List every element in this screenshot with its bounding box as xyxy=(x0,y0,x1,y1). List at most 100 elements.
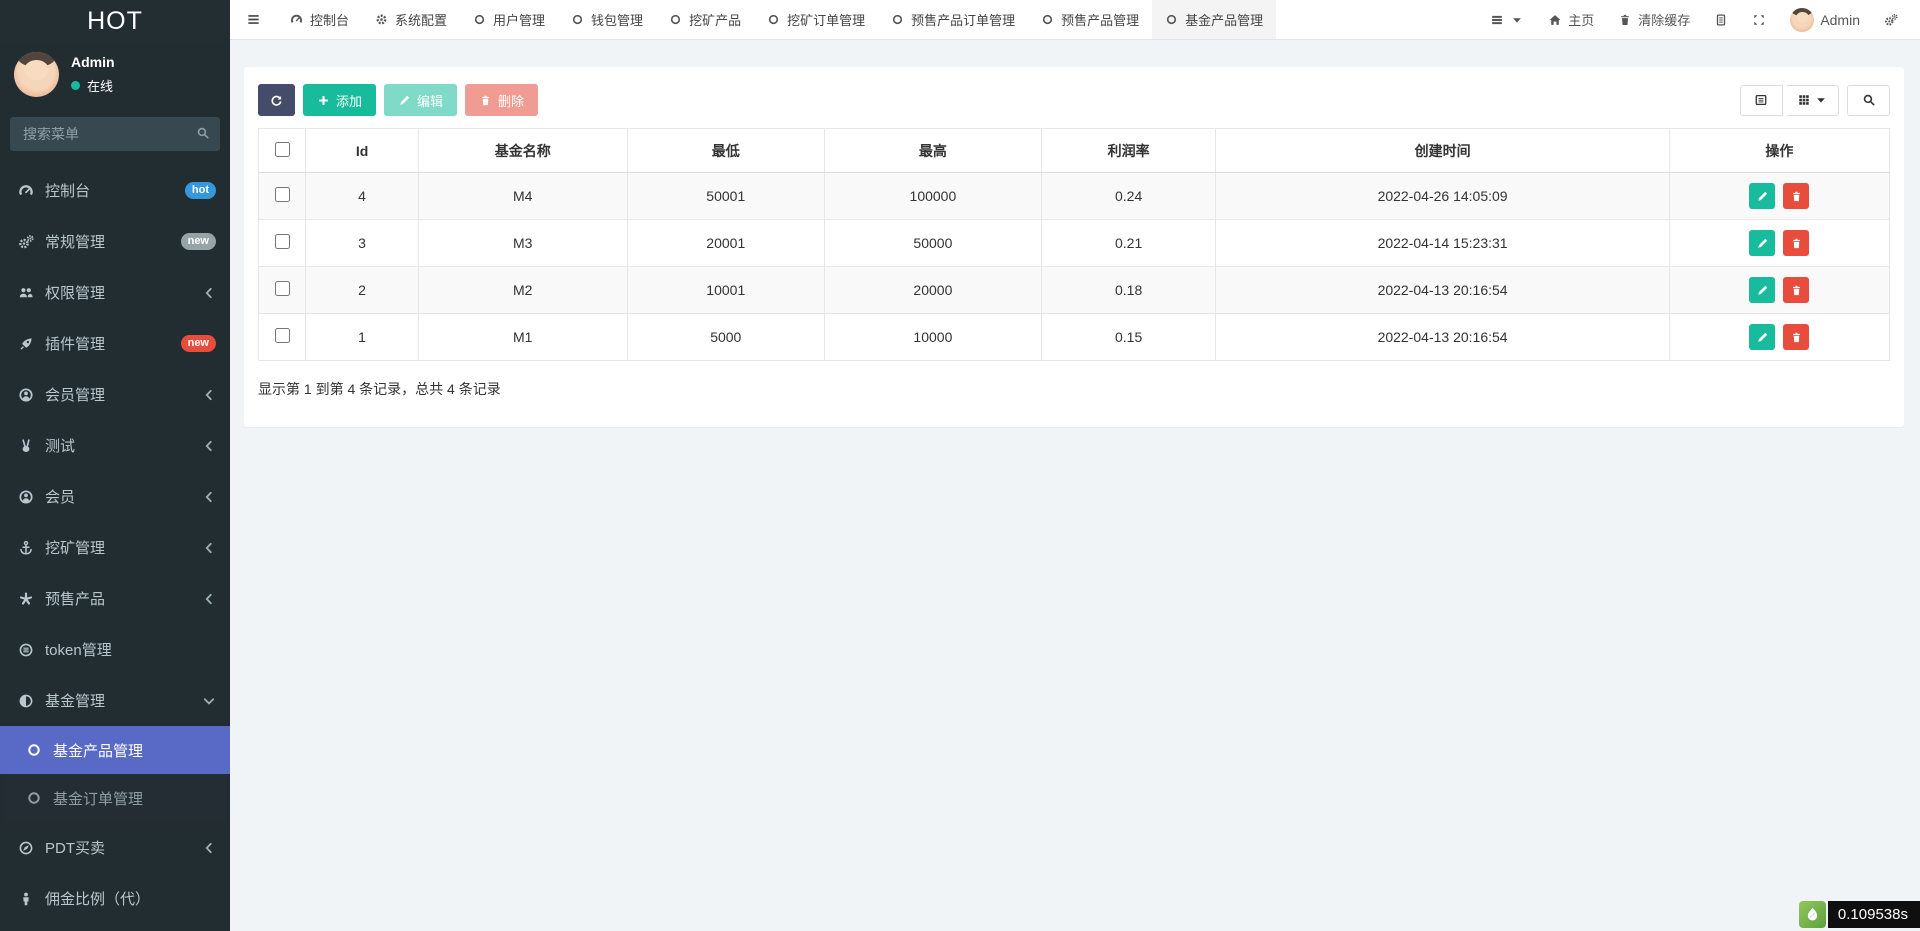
sidebar-item-dashboard[interactable]: 控制台 hot xyxy=(0,165,230,216)
clear-cache-button[interactable]: 清除缓存 xyxy=(1606,0,1702,39)
refresh-button[interactable] xyxy=(258,84,295,116)
hand-peace-icon xyxy=(18,438,34,454)
row-delete-button[interactable] xyxy=(1783,277,1809,303)
debug-trace-badge: 0.109538s xyxy=(1799,901,1920,928)
table-panel: 添加 编辑 删除 xyxy=(244,67,1904,427)
sidebar-item-pdt[interactable]: PDT买卖 xyxy=(0,822,230,873)
new-badge: new xyxy=(181,233,216,250)
adjust-icon xyxy=(18,693,34,709)
chevron-left-icon xyxy=(201,840,217,856)
detail-view-button[interactable] xyxy=(1740,85,1783,116)
fund-product-table: Id 基金名称 最低 最高 利润率 创建时间 操作 4 M4 50001 100… xyxy=(258,128,1890,361)
row-checkbox[interactable] xyxy=(275,281,290,296)
col-id: Id xyxy=(306,129,419,173)
new-badge: new xyxy=(181,335,216,352)
columns-dropdown-button[interactable] xyxy=(1787,85,1839,116)
tab-fund-product[interactable]: 基金产品管理 xyxy=(1152,0,1276,39)
list-icon xyxy=(1490,13,1504,27)
hot-badge: hot xyxy=(185,182,216,199)
rocket-icon xyxy=(18,336,34,352)
home-icon xyxy=(1548,13,1562,27)
circle-o-icon xyxy=(571,13,584,26)
row-checkbox[interactable] xyxy=(275,328,290,343)
home-link[interactable]: 主页 xyxy=(1536,0,1606,39)
user-circle-icon xyxy=(18,387,34,403)
list-alt-icon xyxy=(1754,93,1768,107)
sidebar-item-fund-order[interactable]: 基金订单管理 xyxy=(0,774,230,822)
row-edit-button[interactable] xyxy=(1749,277,1775,303)
table-row: 1 M1 5000 10000 0.15 2022-04-13 20:16:54 xyxy=(259,314,1890,361)
delete-button[interactable]: 删除 xyxy=(465,84,538,116)
row-checkbox[interactable] xyxy=(275,234,290,249)
row-delete-button[interactable] xyxy=(1783,230,1809,256)
anchor-icon xyxy=(18,540,34,556)
tabs-list-dropdown[interactable] xyxy=(1478,0,1536,39)
sidebar-toggle-button[interactable] xyxy=(230,0,277,39)
sidebar-item-mining[interactable]: 挖矿管理 xyxy=(0,522,230,573)
row-checkbox[interactable] xyxy=(275,187,290,202)
col-min: 最低 xyxy=(627,129,824,173)
sidebar-item-presale[interactable]: 预售产品 xyxy=(0,573,230,624)
document-icon xyxy=(1714,13,1728,27)
doc-button[interactable] xyxy=(1702,0,1740,39)
add-button[interactable]: 添加 xyxy=(303,84,376,116)
menu-search-input[interactable] xyxy=(10,117,220,151)
avatar[interactable] xyxy=(14,52,59,97)
sidebar-item-member-manage[interactable]: 会员管理 xyxy=(0,369,230,420)
sidebar-item-auth[interactable]: 权限管理 xyxy=(0,267,230,318)
user-panel: Admin 在线 xyxy=(0,42,230,111)
sidebar-item-token[interactable]: token管理 xyxy=(0,624,230,675)
fullscreen-button[interactable] xyxy=(1740,0,1778,39)
sidebar-item-general[interactable]: 常规管理 new xyxy=(0,216,230,267)
sidebar-item-member[interactable]: 会员 xyxy=(0,471,230,522)
circle-o-icon xyxy=(891,13,904,26)
row-delete-button[interactable] xyxy=(1783,324,1809,350)
table-row: 2 M2 10001 20000 0.18 2022-04-13 20:16:5… xyxy=(259,267,1890,314)
sidebar-item-addon[interactable]: 插件管理 new xyxy=(0,318,230,369)
row-edit-button[interactable] xyxy=(1749,183,1775,209)
row-edit-button[interactable] xyxy=(1749,324,1775,350)
pencil-icon xyxy=(398,94,411,107)
tab-mining-product[interactable]: 挖矿产品 xyxy=(656,0,754,39)
tab-system-config[interactable]: 系统配置 xyxy=(362,0,460,39)
avatar xyxy=(1790,8,1814,32)
edit-button[interactable]: 编辑 xyxy=(384,84,457,116)
users-icon xyxy=(18,285,34,301)
chevron-left-icon xyxy=(201,438,217,454)
tab-presale-order[interactable]: 预售产品订单管理 xyxy=(878,0,1028,39)
brand-title: HOT xyxy=(0,0,230,42)
token-circle-icon xyxy=(18,642,34,658)
search-toggle-button[interactable] xyxy=(1847,85,1890,116)
gears-icon xyxy=(1884,13,1898,27)
trace-toggle-button[interactable] xyxy=(1799,901,1826,928)
select-all-checkbox[interactable] xyxy=(275,142,290,157)
tab-user-manage[interactable]: 用户管理 xyxy=(460,0,558,39)
user-status: 在线 xyxy=(87,76,113,95)
view-toggle-group xyxy=(1740,85,1839,116)
th-grid-icon xyxy=(1797,93,1811,107)
sidebar-item-commission[interactable]: 佣金比例（代） xyxy=(0,873,230,924)
caret-down-icon xyxy=(1814,93,1828,107)
user-name: Admin xyxy=(71,54,115,70)
sidebar-item-fund[interactable]: 基金管理 xyxy=(0,675,230,726)
tab-dashboard[interactable]: 控制台 xyxy=(277,0,362,39)
refresh-icon xyxy=(270,94,283,107)
sidebar-item-fund-product[interactable]: 基金产品管理 xyxy=(0,726,230,774)
chevron-left-icon xyxy=(201,540,217,556)
tab-wallet-manage[interactable]: 钱包管理 xyxy=(558,0,656,39)
expand-icon xyxy=(1752,13,1766,27)
tab-mining-order[interactable]: 挖矿订单管理 xyxy=(754,0,878,39)
col-created: 创建时间 xyxy=(1216,129,1669,173)
caret-down-icon xyxy=(1510,13,1524,27)
trash-icon xyxy=(1790,237,1803,250)
tab-presale-manage[interactable]: 预售产品管理 xyxy=(1028,0,1152,39)
user-menu[interactable]: Admin xyxy=(1778,0,1872,39)
user-circle-icon xyxy=(18,489,34,505)
sidebar-item-test[interactable]: 测试 xyxy=(0,420,230,471)
trash-icon xyxy=(1790,190,1803,203)
row-delete-button[interactable] xyxy=(1783,183,1809,209)
table-header-row: Id 基金名称 最低 最高 利润率 创建时间 操作 xyxy=(259,129,1890,173)
settings-button[interactable] xyxy=(1872,0,1910,39)
table-row: 4 M4 50001 100000 0.24 2022-04-26 14:05:… xyxy=(259,173,1890,220)
row-edit-button[interactable] xyxy=(1749,230,1775,256)
